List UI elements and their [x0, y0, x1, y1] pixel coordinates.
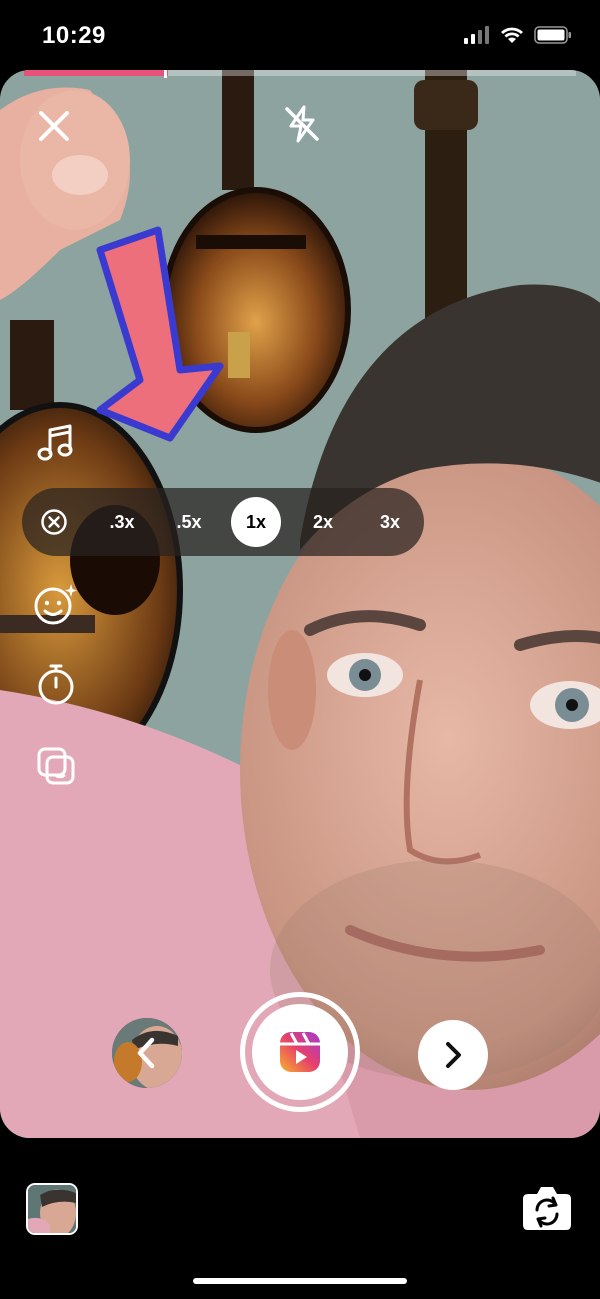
- zoom-selector: .3x .5x 1x 2x 3x: [22, 488, 424, 556]
- flip-camera-button[interactable]: [520, 1182, 574, 1234]
- chevron-right-icon: [446, 1042, 461, 1068]
- status-icons: [464, 26, 572, 44]
- chevron-left-icon: [137, 1037, 155, 1069]
- cellular-signal-icon: [464, 26, 489, 44]
- align-layers-icon: [37, 747, 75, 785]
- camera-preview: [0, 70, 600, 1138]
- record-button-inner: [252, 1004, 348, 1100]
- recording-progress: [24, 70, 576, 78]
- reels-icon: [280, 1032, 320, 1072]
- zoom-option-3x[interactable]: 3x: [365, 497, 415, 547]
- recording-progress-fill: [24, 70, 168, 76]
- gallery-button[interactable]: [26, 1183, 78, 1235]
- zoom-option-1x[interactable]: 1x: [231, 497, 281, 547]
- status-bar: 10:29: [0, 0, 600, 70]
- close-icon: [39, 111, 69, 141]
- camera-viewport[interactable]: .3x .5x 1x 2x 3x: [0, 70, 600, 1138]
- zoom-option-2x[interactable]: 2x: [298, 497, 348, 547]
- wifi-icon: [501, 27, 523, 43]
- music-note-icon: [37, 424, 73, 461]
- zoom-option-0.5x[interactable]: .5x: [164, 497, 214, 547]
- zoom-option-0.3x[interactable]: .3x: [97, 497, 147, 547]
- zoom-close-button[interactable]: [38, 506, 70, 538]
- flip-camera-icon: [523, 1187, 571, 1230]
- face-sparkle-icon: [34, 584, 77, 625]
- previous-clip-button[interactable]: [112, 1018, 182, 1088]
- audio-button[interactable]: [32, 418, 80, 466]
- flash-button[interactable]: [276, 98, 328, 150]
- timer-button[interactable]: [30, 658, 82, 710]
- status-time: 10:29: [42, 22, 106, 49]
- flash-off-icon: [285, 105, 319, 143]
- circle-x-icon: [41, 509, 67, 535]
- record-button[interactable]: [240, 992, 360, 1112]
- recording-progress-marker: [164, 70, 167, 78]
- next-button[interactable]: [418, 1020, 488, 1090]
- battery-icon: [534, 26, 571, 44]
- gallery-thumbnail: [28, 1185, 76, 1233]
- align-button[interactable]: [30, 740, 82, 792]
- effects-button[interactable]: [30, 578, 82, 630]
- home-indicator[interactable]: [193, 1278, 407, 1284]
- timer-icon: [38, 664, 74, 705]
- close-button[interactable]: [28, 100, 80, 152]
